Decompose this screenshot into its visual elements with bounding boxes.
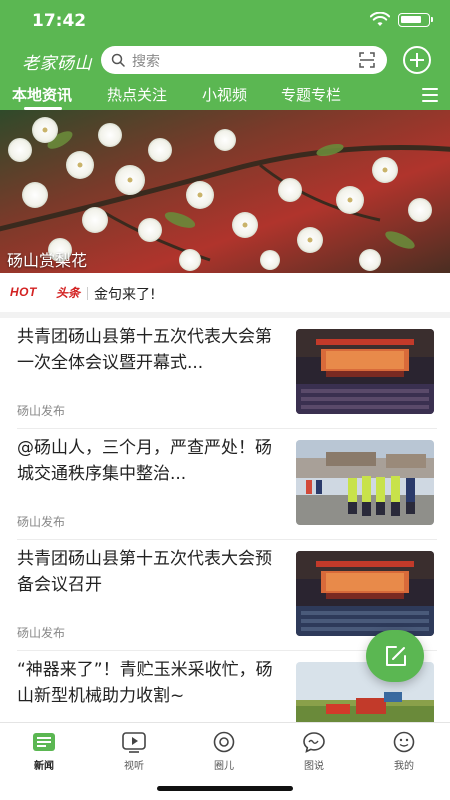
edit-icon [386,646,406,666]
app-logo: 老家砀山 [22,54,92,74]
battery-icon [398,13,433,27]
hot-headline-text: 金句来了! [94,287,156,303]
compose-button[interactable] [366,630,424,682]
news-icon [33,733,55,751]
tabbar-label: 我的 [394,761,414,772]
wifi-icon [370,12,390,26]
hot-headline-bar[interactable]: HOT 头条 金句来了! [0,274,450,312]
home-indicator [157,786,293,791]
scan-icon[interactable] [359,52,375,68]
search-icon [111,53,125,67]
news-source: 砀山发布 [17,515,66,529]
search-placeholder: 搜索 [132,54,160,70]
tabbar-news[interactable]: 新闻 [14,731,74,772]
news-item[interactable]: @砀山人，三个月，严查严处！砀城交通秩序集中整治... 砀山发布 [0,429,450,540]
menu-icon[interactable] [422,88,438,102]
news-source: 砀山发布 [17,404,66,418]
hot-logo: HOT [10,285,37,299]
video-icon [122,732,146,753]
status-time: 17:42 [32,11,87,31]
tabbar-label: 图说 [304,761,324,772]
app-header: 17:42 老家砀山 搜索 本地资讯 热点关注 小视频 专题专栏 [0,0,450,110]
news-item[interactable]: 共青团砀山县第十五次代表大会第一次全体会议暨开幕式... 砀山发布 [0,318,450,429]
hot-divider [87,287,88,300]
profile-icon [393,731,415,753]
search-input[interactable]: 搜索 [101,46,387,74]
tabbar-profile[interactable]: 我的 [374,731,434,772]
news-title: @砀山人，三个月，严查严处！砀城交通秩序集中整治... [17,438,272,484]
category-tabs: 本地资讯 热点关注 小视频 专题专栏 [0,80,450,110]
news-thumbnail [296,329,434,414]
tabbar-label: 圈儿 [214,761,234,772]
status-bar: 17:42 [0,0,450,44]
status-icons [370,12,433,28]
tab-special-column[interactable]: 专题专栏 [281,84,341,105]
chat-icon [303,732,325,753]
add-icon[interactable] [403,46,431,74]
tabbar-video[interactable]: 视听 [104,731,164,772]
news-thumbnail [296,440,434,525]
tabbar-picture-talk[interactable]: 图说 [284,731,344,772]
hot-logo-cn: 头条 [56,286,81,300]
tab-hot-focus[interactable]: 热点关注 [107,84,167,105]
news-title: 共青团砀山县第十五次代表大会预备会议召开 [17,549,272,595]
search-row: 老家砀山 搜索 [0,44,450,76]
news-title: 共青团砀山县第十五次代表大会第一次全体会议暨开幕式... [17,327,272,373]
circle-icon [213,731,235,753]
tab-local-news[interactable]: 本地资讯 [12,84,72,105]
news-thumbnail [296,551,434,636]
tabbar-label: 视听 [124,761,144,772]
tab-short-video[interactable]: 小视频 [202,84,247,105]
banner-carousel[interactable]: 砀山赏梨花 [0,110,450,273]
tabbar-circle[interactable]: 圈儿 [194,731,254,772]
news-source: 砀山发布 [17,626,66,640]
tabbar-label: 新闻 [34,761,54,772]
news-title: “神器来了”！青贮玉米采收忙，砀山新型机械助力收割~ [17,660,273,706]
banner-caption: 砀山赏梨花 [7,251,88,270]
